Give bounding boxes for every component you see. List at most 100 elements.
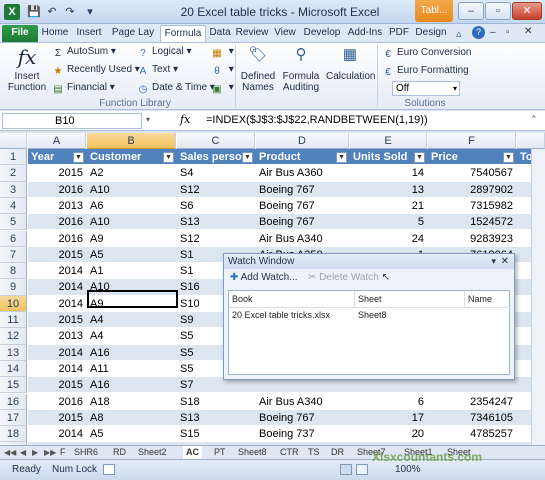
tab-design[interactable]: Design	[413, 25, 449, 42]
table-cell-cust[interactable]: A1	[87, 263, 176, 279]
tab-review[interactable]: Review	[234, 25, 270, 42]
vertical-scrollbar[interactable]	[531, 149, 545, 445]
table-cell-price[interactable]: 7346105	[428, 410, 516, 426]
table-cell-year[interactable]: 2014	[28, 296, 86, 312]
fx-button[interactable]: fx	[180, 113, 200, 126]
table-cell-cust[interactable]: A9	[87, 231, 176, 247]
name-box-dropdown-icon[interactable]: ▾	[146, 115, 150, 124]
table-cell-cust[interactable]: A5	[87, 247, 176, 263]
table-cell-year[interactable]: 2015	[28, 165, 86, 181]
table-cell-cust[interactable]: A5	[87, 426, 176, 442]
redo-icon[interactable]: ↷	[62, 4, 78, 20]
table-cell-units[interactable]: 13	[350, 182, 427, 198]
tab-home[interactable]: Home	[40, 25, 70, 42]
excel-app-icon[interactable]: X	[4, 4, 20, 20]
column-header-a[interactable]: A	[28, 133, 86, 149]
table-cell-price[interactable]: 2354247	[428, 394, 516, 410]
table-cell-units[interactable]: 14	[350, 165, 427, 181]
watch-entry-sheet[interactable]: Sheet8	[355, 310, 387, 320]
table-cell-cust[interactable]: A10	[87, 214, 176, 230]
delete-watch-button[interactable]: ✂ Delete Watch ↖	[308, 272, 390, 283]
sheet-tab-dr[interactable]: DR	[331, 446, 344, 459]
more-functions-button[interactable]: ▣ ▾	[211, 82, 234, 96]
calculation-button[interactable]: ▦ Calculation	[326, 45, 375, 82]
euro-formatting-button[interactable]: € Euro Formatting	[382, 65, 468, 79]
tab-scroll-last-icon[interactable]: ▶▶	[44, 446, 56, 459]
table-cell-sp[interactable]: S15	[177, 426, 255, 442]
select-all-corner[interactable]	[0, 133, 27, 149]
defined-names-button[interactable]: 🏷 Defined Names	[239, 45, 277, 93]
table-cell-price[interactable]: 4785257	[428, 426, 516, 442]
watch-entry-book[interactable]: 20 Excel table tricks.xlsx	[229, 310, 330, 320]
undo-icon[interactable]: ↶	[44, 4, 60, 20]
page-layout-view-icon[interactable]	[356, 464, 368, 475]
table-cell-units[interactable]: 21	[350, 198, 427, 214]
table-cell-year[interactable]: 2016	[28, 214, 86, 230]
table-cell-cust[interactable]: A8	[87, 410, 176, 426]
table-cell-prod[interactable]: Boeing 767	[256, 182, 349, 198]
formula-auditing-button[interactable]: ⚲ Formula Auditing	[281, 45, 321, 93]
tab-formulas[interactable]: Formula	[160, 25, 206, 42]
table-cell-units[interactable]: 6	[350, 394, 427, 410]
euro-conversion-button[interactable]: € Euro Conversion	[382, 47, 471, 61]
text-button[interactable]: A Text ▾	[137, 64, 179, 78]
tab-file[interactable]: File	[2, 25, 38, 42]
tab-add-ins[interactable]: Add-Ins	[345, 25, 385, 42]
column-header-c[interactable]: C	[177, 133, 255, 149]
tab-data[interactable]: Data	[207, 25, 233, 42]
tab-view[interactable]: View	[271, 25, 299, 42]
table-cell-sp[interactable]: S6	[177, 198, 255, 214]
table-cell-sp[interactable]: S18	[177, 394, 255, 410]
row-header[interactable]: 15	[0, 377, 27, 394]
table-cell-cust[interactable]: A4	[87, 328, 176, 344]
table-cell-price[interactable]: 7540567	[428, 165, 516, 181]
column-header-e[interactable]: E	[350, 133, 427, 149]
filter-dropdown-icon[interactable]: ▼	[414, 152, 425, 163]
table-cell-cust[interactable]: A18	[87, 394, 176, 410]
tab-scroll-prev-icon[interactable]: ◀	[20, 446, 26, 459]
table-tools-context-tab[interactable]: Tabl...	[415, 0, 453, 22]
table-cell-year[interactable]: 2016	[28, 231, 86, 247]
table-cell-year[interactable]: 2015	[28, 410, 86, 426]
filter-dropdown-icon[interactable]: ▼	[73, 152, 84, 163]
customize-quick-access-icon[interactable]: ▾	[82, 4, 98, 20]
math-trig-button[interactable]: θ ▾	[211, 64, 234, 78]
table-cell-cust[interactable]: A4	[87, 312, 176, 328]
table-cell-sp[interactable]: S13	[177, 410, 255, 426]
table-header-cell[interactable]: Year ▼	[28, 149, 86, 165]
recently-used-button[interactable]: ★ Recently Used ▾	[52, 64, 140, 78]
active-cell-b10[interactable]	[87, 290, 178, 308]
column-header-g[interactable]	[517, 133, 545, 149]
table-cell-year[interactable]: 2014	[28, 279, 86, 295]
table-cell-year[interactable]: 2014	[28, 345, 86, 361]
sheet-tab-ctr[interactable]: CTR	[280, 446, 299, 459]
table-cell-sp[interactable]: S4	[177, 165, 255, 181]
table-cell-price[interactable]: 2897902	[428, 182, 516, 198]
filter-dropdown-icon[interactable]: ▼	[503, 152, 514, 163]
filter-dropdown-icon[interactable]: ▼	[163, 152, 174, 163]
help-icon[interactable]: ?	[472, 26, 485, 39]
date-time-button[interactable]: ◷ Date & Time ▾	[137, 82, 215, 96]
workbook-close-icon[interactable]: ✕	[524, 26, 532, 37]
expand-formula-bar-icon[interactable]: ⌃	[530, 114, 538, 125]
table-cell-price[interactable]: 9283923	[428, 231, 516, 247]
table-cell-year[interactable]: 2013	[28, 198, 86, 214]
row-header[interactable]: 7	[0, 246, 27, 264]
table-cell-sp[interactable]: S12	[177, 231, 255, 247]
add-watch-button[interactable]: ✚ Add Watch...	[230, 272, 298, 283]
tab-page-layout[interactable]: Page Lay	[108, 25, 158, 42]
row-header[interactable]: 10	[0, 295, 27, 312]
logical-button[interactable]: ? Logical ▾	[137, 46, 191, 60]
table-cell-price[interactable]: 1524572	[428, 214, 516, 230]
table-cell-cust[interactable]: A10	[87, 182, 176, 198]
row-header[interactable]: 11	[0, 312, 27, 329]
sheet-tab-f[interactable]: F	[60, 446, 66, 459]
table-cell-units[interactable]: 5	[350, 214, 427, 230]
table-header-cell[interactable]: Customer ▼	[87, 149, 176, 165]
table-cell-cust[interactable]: A2	[87, 165, 176, 181]
row-header[interactable]: 4	[0, 197, 27, 215]
table-cell-price[interactable]: 7315982	[428, 198, 516, 214]
row-header[interactable]: 5	[0, 214, 27, 231]
insert-function-button[interactable]: fx Insert Function	[6, 45, 48, 93]
table-header-cell[interactable]: Price ▼	[428, 149, 516, 165]
